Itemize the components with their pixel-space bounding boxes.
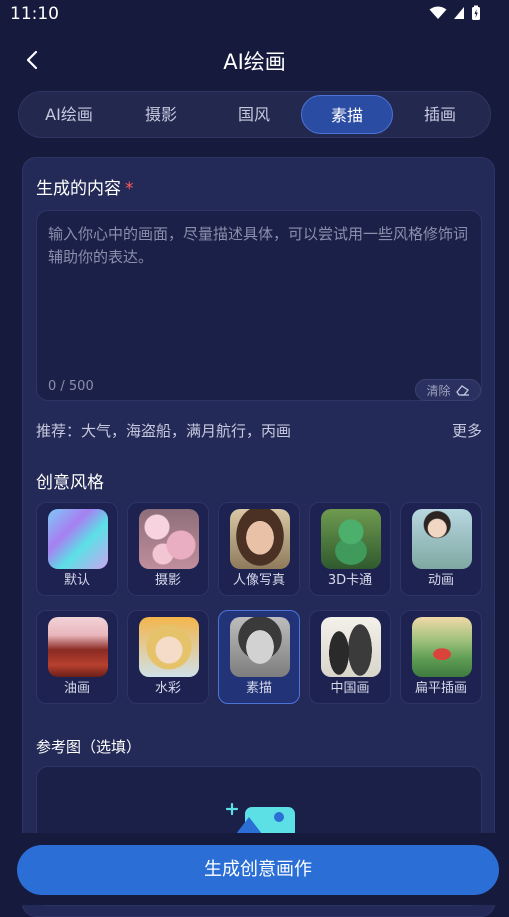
style-label: 扁平插画 xyxy=(414,681,467,696)
bottom-bar: 生成创意画作 xyxy=(0,833,509,905)
tab-illustration[interactable]: 插画 xyxy=(394,95,486,134)
suggest-prefix: 推荐： xyxy=(36,422,82,440)
wifi-icon xyxy=(429,6,447,19)
generate-button[interactable]: 生成创意画作 xyxy=(17,845,499,895)
content-title: 生成的内容 xyxy=(36,179,121,199)
style-tile-chinese-painting[interactable]: 中国画 xyxy=(309,610,391,704)
page-title: AI绘画 xyxy=(223,50,286,74)
prompt-placeholder: 输入你心中的画面，尽量描述具体，可以尝试用一些风格修饰词辅助你的表达。 xyxy=(48,225,469,266)
status-time: 11:10 xyxy=(10,4,59,24)
cherry-blossom-photo-icon xyxy=(139,509,199,569)
style-tile-flat-illustration[interactable]: 扁平插画 xyxy=(400,610,482,704)
anime-girl-icon xyxy=(412,509,472,569)
style-label: 默认 xyxy=(63,573,90,588)
style-label: 人像写真 xyxy=(232,573,285,588)
oil-painting-pagoda-icon xyxy=(48,617,108,677)
prompt-input[interactable]: 输入你心中的画面，尽量描述具体，可以尝试用一些风格修饰词辅助你的表达。 0 / … xyxy=(36,210,482,401)
style-label: 中国画 xyxy=(330,681,370,696)
category-tabs: AI绘画 摄影 国风 素描 插画 xyxy=(18,91,491,138)
tab-photography[interactable]: 摄影 xyxy=(115,95,207,134)
3d-dinosaur-icon xyxy=(321,509,381,569)
style-label: 摄影 xyxy=(154,573,181,588)
clear-button[interactable]: 清除 xyxy=(415,379,481,401)
suggest-text[interactable]: 大气，海盗船，满月航行，丙画 xyxy=(81,422,291,440)
required-mark: * xyxy=(125,179,134,199)
holographic-gradient-icon xyxy=(48,509,108,569)
content-section-title: 生成的内容 * xyxy=(36,174,134,199)
flat-landscape-icon xyxy=(412,617,472,677)
status-bar: 11:10 xyxy=(0,0,509,30)
clear-label: 清除 xyxy=(426,383,451,398)
tab-sketch[interactable]: 素描 xyxy=(301,95,393,134)
suggestion-row: 推荐：大气，海盗船，满月航行，丙画 更多 xyxy=(36,420,482,442)
style-tile-portrait[interactable]: 人像写真 xyxy=(218,502,300,596)
sketch-portrait-icon xyxy=(230,617,290,677)
battery-icon xyxy=(472,5,480,20)
style-label: 动画 xyxy=(427,573,454,588)
style-label: 素描 xyxy=(245,681,272,696)
app-header: AI绘画 xyxy=(0,36,509,84)
style-label: 油画 xyxy=(63,681,90,696)
eraser-icon xyxy=(455,385,469,396)
portrait-photo-icon xyxy=(230,509,290,569)
style-tile-3d-cartoon[interactable]: 3D卡通 xyxy=(309,502,391,596)
form-card: 生成的内容 * 输入你心中的画面，尽量描述具体，可以尝试用一些风格修饰词辅助你的表… xyxy=(22,157,495,917)
tab-chinese-style[interactable]: 国风 xyxy=(208,95,300,134)
char-counter: 0 / 500 xyxy=(48,379,94,394)
style-tile-watercolor[interactable]: 水彩 xyxy=(127,610,209,704)
style-label: 3D卡通 xyxy=(327,573,373,588)
style-tile-oil-painting[interactable]: 油画 xyxy=(36,610,118,704)
style-tile-anime[interactable]: 动画 xyxy=(400,502,482,596)
style-tile-default[interactable]: 默认 xyxy=(36,502,118,596)
signal-icon xyxy=(454,7,464,19)
status-icons xyxy=(429,5,481,21)
style-section-title: 创意风格 xyxy=(36,473,104,493)
style-tile-photography[interactable]: 摄影 xyxy=(127,502,209,596)
ink-landscape-icon xyxy=(321,617,381,677)
tab-ai-painting[interactable]: AI绘画 xyxy=(23,95,115,134)
watercolor-girl-icon xyxy=(139,617,199,677)
reference-section-title: 参考图（选填） xyxy=(36,738,142,756)
style-tile-sketch[interactable]: 素描 xyxy=(218,610,300,704)
style-label: 水彩 xyxy=(154,681,181,696)
more-suggestions-link[interactable]: 更多 xyxy=(452,420,482,441)
